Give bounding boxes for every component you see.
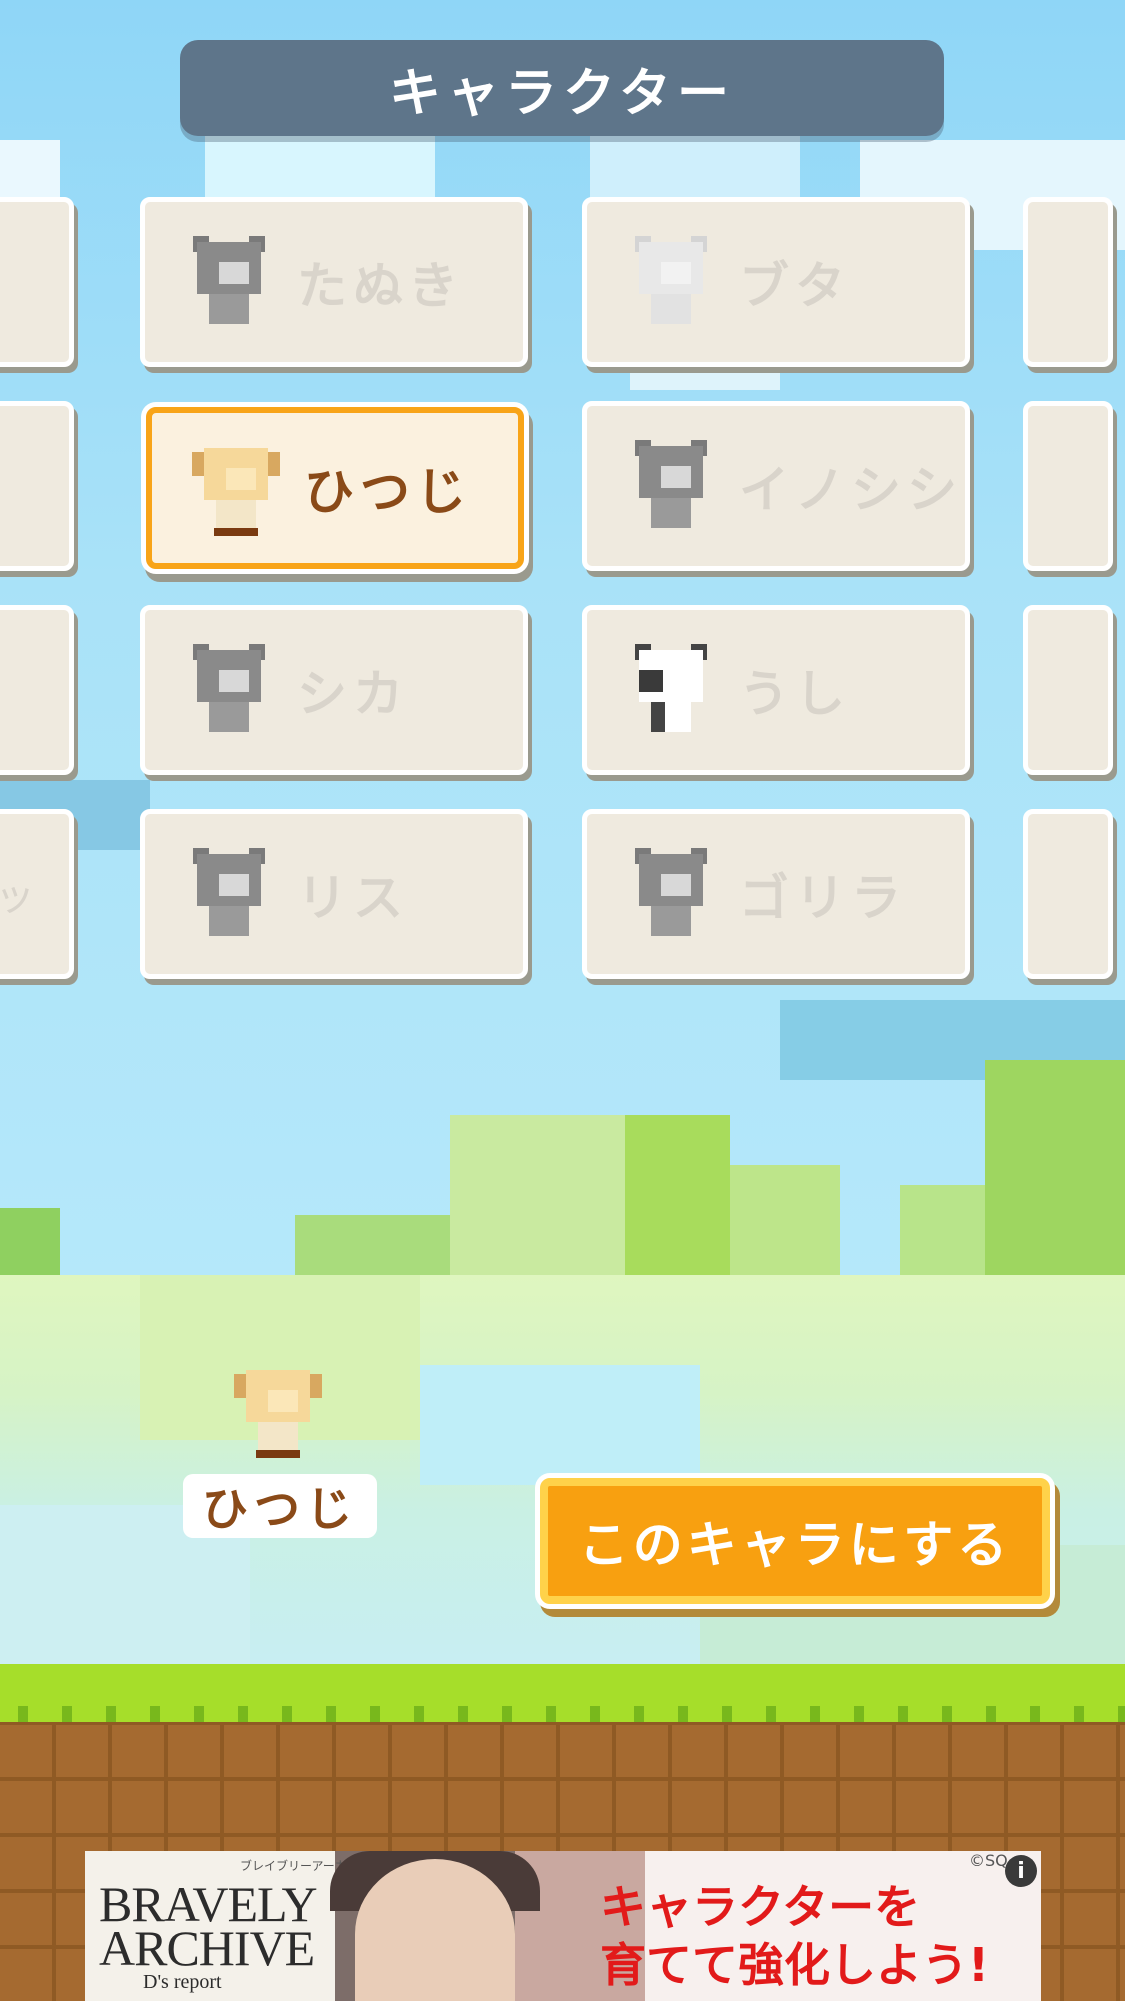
character-tile-tanuki[interactable]: たぬき <box>140 197 528 367</box>
character-label-partial: ッ <box>0 874 35 920</box>
gorilla-icon <box>625 848 717 940</box>
selected-character-preview <box>232 1364 328 1464</box>
page-title: キャラクター <box>180 40 944 136</box>
character-tile-offscreen-left[interactable] <box>0 401 74 571</box>
tanuki-icon <box>183 236 275 328</box>
character-label: うし <box>739 665 851 723</box>
selected-character-name: ひつじ <box>183 1474 377 1538</box>
hills-background <box>0 1060 1125 1280</box>
ad-logo-sub: D's report <box>143 1971 222 1993</box>
character-tile-offscreen-right[interactable] <box>1023 809 1113 979</box>
character-label: ひつじ <box>304 463 472 521</box>
ad-headline-2: 育てて強化しよう! <box>600 1938 989 1992</box>
sheep-icon <box>232 1364 328 1464</box>
meadow-background <box>0 1275 1125 1670</box>
pig-icon <box>625 236 717 328</box>
character-tile-squirrel[interactable]: リス <box>140 809 528 979</box>
ad-logo-line2: ARCHIVE <box>99 1920 315 1976</box>
ad-banner[interactable]: ブレイブリーアーカイブ BRAVELY ARCHIVE D's report キ… <box>85 1851 1041 2001</box>
squirrel-icon <box>183 848 275 940</box>
character-label: リス <box>297 869 409 927</box>
boar-icon <box>625 440 717 532</box>
deer-icon <box>183 644 275 736</box>
character-tile-offscreen-left[interactable]: ッ <box>0 809 74 979</box>
character-tile-offscreen-left[interactable] <box>0 605 74 775</box>
character-tile-offscreen-right[interactable] <box>1023 401 1113 571</box>
select-character-button[interactable]: このキャラにする <box>540 1478 1050 1604</box>
cow-icon <box>625 644 717 736</box>
character-tile-gorilla[interactable]: ゴリラ <box>582 809 970 979</box>
info-icon[interactable]: i <box>1005 1855 1037 1887</box>
character-tile-pig[interactable]: ブタ <box>582 197 970 367</box>
character-tile-boar[interactable]: イノシシ <box>582 401 970 571</box>
character-label: たぬき <box>297 257 464 315</box>
character-tile-offscreen-right[interactable] <box>1023 605 1113 775</box>
character-label: イノシシ <box>739 461 963 519</box>
sheep-icon <box>190 442 282 536</box>
ad-illustration-face <box>355 1859 515 2001</box>
character-tile-offscreen-left[interactable] <box>0 197 74 367</box>
character-tile-deer[interactable]: シカ <box>140 605 528 775</box>
character-tile-offscreen-right[interactable] <box>1023 197 1113 367</box>
character-label: シカ <box>297 665 409 723</box>
character-tile-cow[interactable]: うし <box>582 605 970 775</box>
ad-headline-1: キャラクターを <box>600 1880 921 1934</box>
character-tile-sheep[interactable]: ひつじ <box>146 407 524 569</box>
character-label: ブタ <box>739 257 851 315</box>
character-label: ゴリラ <box>739 869 907 927</box>
ad-copyright: ©SQ <box>969 1851 1008 1870</box>
